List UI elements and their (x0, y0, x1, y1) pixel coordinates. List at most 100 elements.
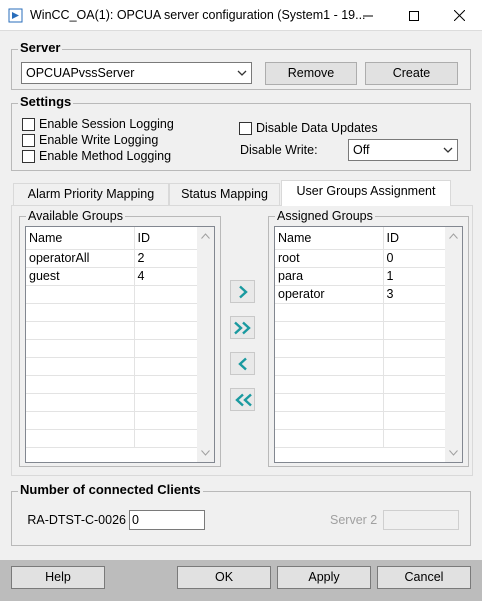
empty-cell (26, 285, 135, 304)
enable-method-logging-label: Enable Method Logging (39, 149, 172, 163)
available-row-name: guest (26, 267, 135, 286)
scroll-down-icon[interactable] (201, 450, 210, 456)
empty-cell (383, 321, 448, 340)
server-select[interactable]: OPCUAPvssServer (21, 62, 252, 84)
server1-clients-field[interactable]: 0 (129, 510, 205, 530)
table-row[interactable] (26, 393, 200, 412)
move-all-left-button[interactable] (230, 388, 255, 411)
empty-cell (275, 303, 384, 322)
settings-group-title: Settings (18, 94, 74, 109)
tab-alarm-priority-mapping[interactable]: Alarm Priority Mapping (13, 183, 169, 205)
empty-cell (134, 393, 200, 412)
assigned-row-id: 0 (383, 249, 448, 268)
empty-cell (26, 357, 135, 376)
empty-cell (26, 321, 135, 340)
ok-button[interactable]: OK (177, 566, 271, 589)
server1-label-clip: RA-DTST-C-0026 (20, 512, 126, 530)
apply-button[interactable]: Apply (277, 566, 371, 589)
scroll-down-icon[interactable] (449, 450, 458, 456)
table-row[interactable] (275, 321, 448, 340)
empty-cell (383, 339, 448, 358)
empty-cell (134, 357, 200, 376)
table-row[interactable] (275, 411, 448, 430)
available-row-id: 2 (134, 249, 200, 268)
table-row[interactable] (26, 303, 200, 322)
available-row-id: 4 (134, 267, 200, 286)
table-row[interactable]: operatorAll 2 (26, 249, 200, 268)
server2-clients-field[interactable] (383, 510, 459, 530)
empty-cell (383, 429, 448, 448)
empty-cell (26, 393, 135, 412)
table-row[interactable] (26, 285, 200, 304)
empty-cell (26, 375, 135, 394)
help-button[interactable]: Help (11, 566, 105, 589)
server2-label: Server 2 (330, 513, 378, 527)
tab-user-groups-assignment[interactable]: User Groups Assignment (281, 180, 451, 206)
assigned-row-name: para (275, 267, 384, 286)
empty-cell (26, 339, 135, 358)
available-id-header[interactable]: ID (134, 227, 200, 250)
window-title: WinCC_OA(1): OPCUA server configuration … (30, 8, 366, 22)
table-row[interactable] (275, 303, 448, 322)
disable-data-updates-checkbox[interactable] (239, 122, 252, 135)
empty-cell (383, 411, 448, 430)
connected-clients-title: Number of connected Clients (18, 482, 203, 497)
close-button[interactable] (436, 0, 482, 31)
tab-status-mapping[interactable]: Status Mapping (169, 183, 280, 205)
table-row[interactable] (26, 411, 200, 430)
double-chevron-left-icon (234, 393, 252, 406)
table-row[interactable] (26, 375, 200, 394)
assigned-groups-title: Assigned Groups (275, 209, 375, 223)
table-row[interactable] (26, 429, 200, 448)
assigned-name-header[interactable]: Name (275, 227, 384, 250)
table-row[interactable] (275, 375, 448, 394)
table-row[interactable] (275, 429, 448, 448)
assigned-groups-table[interactable]: Name ID root 0 para 1 operator 3 (274, 226, 463, 463)
server1-label: RA-DTST-C-0026 (27, 513, 126, 527)
table-row[interactable] (275, 393, 448, 412)
enable-session-logging-checkbox[interactable] (22, 118, 35, 131)
empty-cell (26, 303, 135, 322)
scroll-up-icon[interactable] (449, 233, 458, 239)
remove-button[interactable]: Remove (265, 62, 357, 85)
assigned-row-name: operator (275, 285, 384, 304)
table-row[interactable] (26, 339, 200, 358)
disable-write-value: Off (353, 143, 370, 157)
available-name-header[interactable]: Name (26, 227, 135, 250)
table-row[interactable] (275, 339, 448, 358)
chevron-left-icon (237, 357, 247, 370)
empty-cell (134, 339, 200, 358)
assigned-id-header[interactable]: ID (383, 227, 448, 250)
available-groups-scrollbar[interactable] (197, 227, 214, 462)
empty-cell (275, 411, 384, 430)
table-row[interactable]: para 1 (275, 267, 448, 286)
cancel-button[interactable]: Cancel (377, 566, 471, 589)
create-button[interactable]: Create (365, 62, 458, 85)
disable-write-select[interactable]: Off (348, 139, 458, 161)
move-all-right-button[interactable] (230, 316, 255, 339)
maximize-button[interactable] (391, 0, 437, 31)
assigned-row-id: 3 (383, 285, 448, 304)
app-icon (8, 8, 23, 23)
empty-cell (275, 321, 384, 340)
enable-method-logging-checkbox[interactable] (22, 150, 35, 163)
table-row[interactable] (275, 357, 448, 376)
table-row[interactable] (26, 321, 200, 340)
move-left-button[interactable] (230, 352, 255, 375)
table-row[interactable]: root 0 (275, 249, 448, 268)
minimize-button[interactable] (345, 0, 391, 31)
chevron-right-icon (238, 285, 248, 298)
table-row[interactable]: guest 4 (26, 267, 200, 286)
double-chevron-right-icon (233, 321, 251, 334)
assigned-groups-scrollbar[interactable] (445, 227, 462, 462)
move-right-button[interactable] (230, 280, 255, 303)
scroll-up-icon[interactable] (201, 233, 210, 239)
enable-write-logging-checkbox[interactable] (22, 134, 35, 147)
table-row[interactable]: operator 3 (275, 285, 448, 304)
chevron-down-icon (443, 147, 453, 153)
table-row[interactable] (26, 357, 200, 376)
empty-cell (275, 393, 384, 412)
empty-cell (383, 357, 448, 376)
available-groups-table[interactable]: Name ID operatorAll 2 guest 4 (25, 226, 215, 463)
disable-data-updates-label: Disable Data Updates (256, 121, 378, 135)
